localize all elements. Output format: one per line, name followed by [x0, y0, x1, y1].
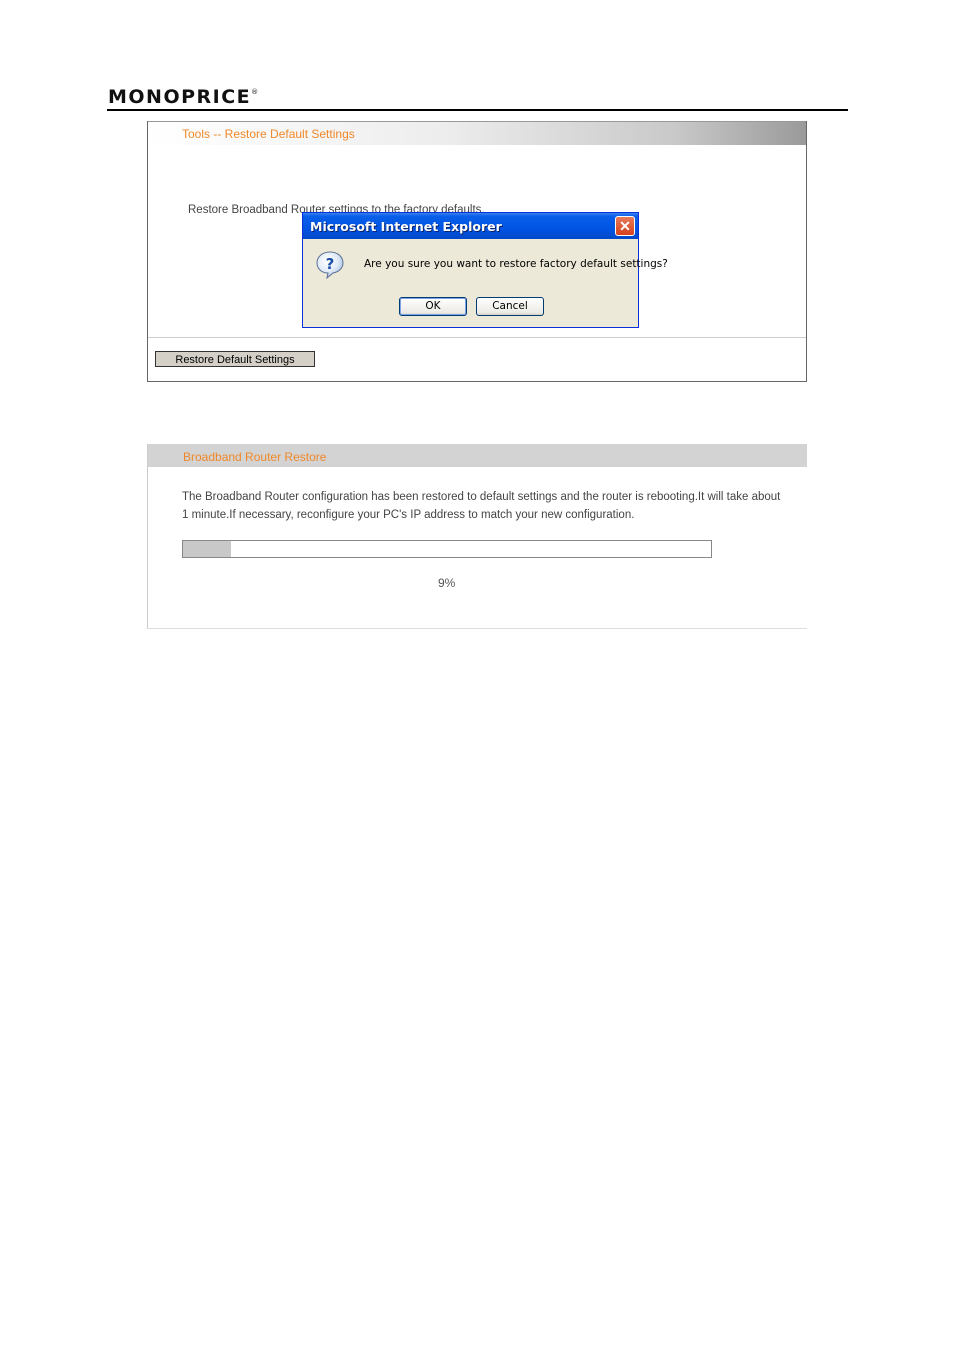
confirm-dialog: Microsoft Internet Explorer ✕ ? Are you …	[302, 212, 668, 328]
restore-default-settings-button[interactable]: Restore Default Settings	[155, 351, 315, 367]
dialog-message: Are you sure you want to restore factory…	[364, 258, 668, 270]
svg-text:?: ?	[326, 255, 335, 273]
panel-title-bar: Broadband Router Restore	[148, 444, 807, 467]
router-restore-panel: Broadband Router Restore The Broadband R…	[147, 444, 807, 629]
progress-percent: 9%	[438, 576, 456, 590]
logo-text: MONOPRICE	[108, 86, 252, 108]
panel-title: Tools -- Restore Default Settings	[182, 127, 355, 141]
close-icon[interactable]: ✕	[615, 216, 635, 236]
panel-title: Broadband Router Restore	[183, 450, 327, 464]
reboot-progress-bar	[182, 540, 712, 558]
question-icon: ?	[316, 251, 344, 280]
ok-button[interactable]: OK	[399, 297, 467, 316]
dialog-title: Microsoft Internet Explorer	[310, 219, 502, 234]
cancel-button[interactable]: Cancel	[476, 297, 544, 316]
dialog-title-bar[interactable]: Microsoft Internet Explorer ✕	[303, 213, 638, 239]
progress-fill	[183, 541, 231, 557]
registered-mark: ®	[251, 88, 260, 96]
panel-divider	[148, 337, 806, 338]
reboot-message: The Broadband Router configuration has b…	[182, 491, 781, 521]
monoprice-logo: MONOPRICE®	[108, 86, 260, 108]
header-divider	[107, 109, 848, 111]
